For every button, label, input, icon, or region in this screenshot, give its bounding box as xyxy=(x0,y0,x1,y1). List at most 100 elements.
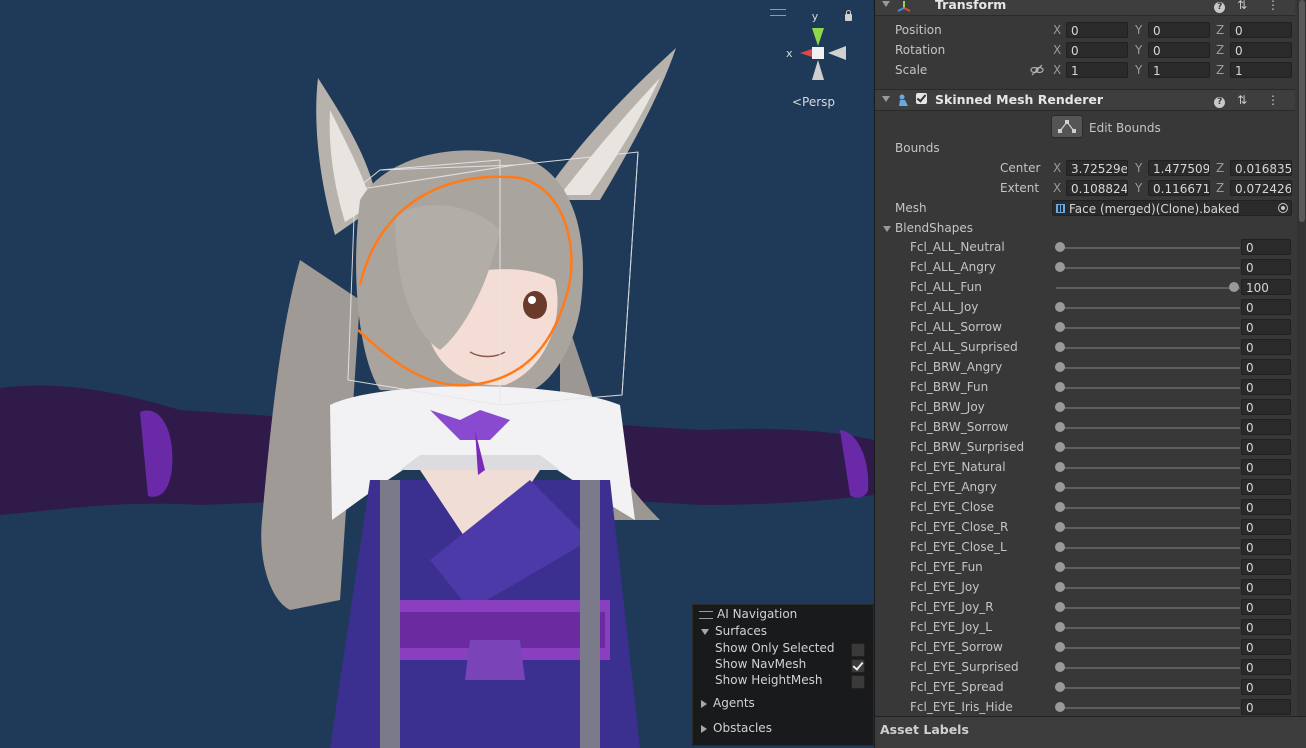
scale-x-field[interactable]: 1 xyxy=(1066,62,1128,78)
blendshape-slider-track[interactable] xyxy=(1056,367,1240,369)
blendshape-value-field[interactable]: 0 xyxy=(1241,659,1291,675)
preset-icon[interactable]: ⇅ xyxy=(1237,0,1255,12)
rotation-x-field[interactable]: 0 xyxy=(1066,42,1128,58)
gizmo-y-axis-cone[interactable] xyxy=(812,28,824,46)
enabled-checkbox[interactable] xyxy=(916,92,927,104)
blendshape-slider-knob[interactable] xyxy=(1229,282,1239,292)
blendshape-slider-track[interactable] xyxy=(1056,507,1240,509)
blendshape-slider-track[interactable] xyxy=(1056,687,1240,689)
gizmo-neg-y-cone[interactable] xyxy=(812,60,824,80)
blendshape-slider-knob[interactable] xyxy=(1055,482,1065,492)
blendshape-value-field[interactable]: 0 xyxy=(1241,519,1291,535)
extent-x-field[interactable]: 0.1088243 xyxy=(1066,180,1128,196)
blendshape-value-field[interactable]: 0 xyxy=(1241,339,1291,355)
blendshape-value-field[interactable]: 0 xyxy=(1241,319,1291,335)
foldout-down-icon[interactable] xyxy=(882,96,890,102)
blendshape-slider-knob[interactable] xyxy=(1055,542,1065,552)
blendshape-value-field[interactable]: 0 xyxy=(1241,579,1291,595)
drag-handle-icon[interactable] xyxy=(699,610,713,619)
blendshape-slider-track[interactable] xyxy=(1056,307,1240,309)
object-picker-icon[interactable] xyxy=(1278,203,1288,213)
center-x-field[interactable]: 3.72529e- xyxy=(1066,160,1128,176)
blendshape-slider-track[interactable] xyxy=(1056,447,1240,449)
position-z-field[interactable]: 0 xyxy=(1230,22,1292,38)
blendshape-value-field[interactable]: 100 xyxy=(1241,279,1291,295)
blendshape-slider-knob[interactable] xyxy=(1055,442,1065,452)
position-x-field[interactable]: 0 xyxy=(1066,22,1128,38)
blendshape-slider-knob[interactable] xyxy=(1055,422,1065,432)
show-heightmesh-checkbox[interactable] xyxy=(851,675,865,689)
blendshape-slider-knob[interactable] xyxy=(1055,382,1065,392)
blendshape-value-field[interactable]: 0 xyxy=(1241,259,1291,275)
blendshape-value-field[interactable]: 0 xyxy=(1241,299,1291,315)
blendshape-slider-track[interactable] xyxy=(1056,607,1240,609)
blendshape-slider-knob[interactable] xyxy=(1055,342,1065,352)
projection-toggle[interactable]: <Persp xyxy=(792,95,835,109)
kebab-menu-icon[interactable]: ⋮ xyxy=(1267,93,1287,107)
blendshape-slider-track[interactable] xyxy=(1056,327,1240,329)
blendshape-value-field[interactable]: 0 xyxy=(1241,639,1291,655)
blendshape-slider-knob[interactable] xyxy=(1055,682,1065,692)
blendshape-slider-track[interactable] xyxy=(1056,567,1240,569)
scale-z-field[interactable]: 1 xyxy=(1230,62,1292,78)
blendshape-slider-knob[interactable] xyxy=(1055,262,1065,272)
blendshape-value-field[interactable]: 0 xyxy=(1241,539,1291,555)
blendshape-slider-track[interactable] xyxy=(1056,247,1240,249)
blendshape-value-field[interactable]: 0 xyxy=(1241,559,1291,575)
blendshape-value-field[interactable]: 0 xyxy=(1241,619,1291,635)
blendshape-slider-knob[interactable] xyxy=(1055,702,1065,712)
blendshape-slider-knob[interactable] xyxy=(1055,522,1065,532)
gizmo-neg-x-cone[interactable] xyxy=(828,46,846,60)
center-z-field[interactable]: 0.0168356 xyxy=(1230,160,1292,176)
blendshape-value-field[interactable]: 0 xyxy=(1241,459,1291,475)
blendshape-value-field[interactable]: 0 xyxy=(1241,699,1291,715)
blendshape-slider-track[interactable] xyxy=(1056,707,1240,709)
show-navmesh-checkbox[interactable] xyxy=(851,659,865,673)
blendshape-slider-track[interactable] xyxy=(1056,667,1240,669)
blendshape-slider-track[interactable] xyxy=(1056,427,1240,429)
edit-bounds-button[interactable] xyxy=(1051,115,1083,138)
inspector-scrollbar[interactable] xyxy=(1297,0,1306,718)
skinned-mesh-renderer-header[interactable]: Skinned Mesh Renderer ? ⇅ ⋮ xyxy=(875,89,1295,111)
rotation-z-field[interactable]: 0 xyxy=(1230,42,1292,58)
gizmo-center-cube[interactable] xyxy=(812,47,824,59)
blendshape-slider-track[interactable] xyxy=(1056,347,1240,349)
extent-z-field[interactable]: 0.0724268 xyxy=(1230,180,1292,196)
blendshape-slider-knob[interactable] xyxy=(1055,502,1065,512)
show-only-selected-toggle[interactable]: Show Only Selected xyxy=(715,641,865,657)
rotation-y-field[interactable]: 0 xyxy=(1148,42,1210,58)
scrollbar-thumb[interactable] xyxy=(1299,0,1305,222)
help-icon[interactable]: ? xyxy=(1214,97,1226,108)
blendshape-value-field[interactable]: 0 xyxy=(1241,499,1291,515)
constrain-proportions-icon[interactable] xyxy=(1030,64,1044,76)
center-y-field[interactable]: 1.477509 xyxy=(1148,160,1210,176)
blendshape-value-field[interactable]: 0 xyxy=(1241,379,1291,395)
blendshape-slider-knob[interactable] xyxy=(1055,362,1065,372)
mesh-object-field[interactable]: Face (merged)(Clone).baked xyxy=(1052,200,1292,216)
blendshape-slider-track[interactable] xyxy=(1056,527,1240,529)
transform-header[interactable]: Transform ? ⇅ ⋮ xyxy=(875,0,1295,16)
blendshapes-foldout[interactable]: BlendShapes xyxy=(883,221,973,235)
blendshape-value-field[interactable]: 0 xyxy=(1241,439,1291,455)
blendshape-slider-track[interactable] xyxy=(1056,627,1240,629)
position-y-field[interactable]: 0 xyxy=(1148,22,1210,38)
blendshape-slider-knob[interactable] xyxy=(1055,462,1065,472)
blendshape-value-field[interactable]: 0 xyxy=(1241,679,1291,695)
scale-y-field[interactable]: 1 xyxy=(1148,62,1210,78)
blendshape-value-field[interactable]: 0 xyxy=(1241,479,1291,495)
blendshape-value-field[interactable]: 0 xyxy=(1241,419,1291,435)
blendshape-slider-knob[interactable] xyxy=(1055,322,1065,332)
blendshape-slider-knob[interactable] xyxy=(1055,582,1065,592)
blendshape-value-field[interactable]: 0 xyxy=(1241,239,1291,255)
blendshape-slider-knob[interactable] xyxy=(1055,402,1065,412)
blendshape-slider-knob[interactable] xyxy=(1055,242,1065,252)
blendshape-slider-knob[interactable] xyxy=(1055,642,1065,652)
blendshape-slider-track[interactable] xyxy=(1056,587,1240,589)
blendshape-value-field[interactable]: 0 xyxy=(1241,399,1291,415)
blendshape-value-field[interactable]: 0 xyxy=(1241,599,1291,615)
blendshape-slider-knob[interactable] xyxy=(1055,622,1065,632)
blendshape-slider-track[interactable] xyxy=(1056,287,1240,289)
surfaces-foldout[interactable]: Surfaces xyxy=(701,624,767,638)
blendshape-slider-knob[interactable] xyxy=(1055,602,1065,612)
show-only-selected-checkbox[interactable] xyxy=(851,643,865,657)
